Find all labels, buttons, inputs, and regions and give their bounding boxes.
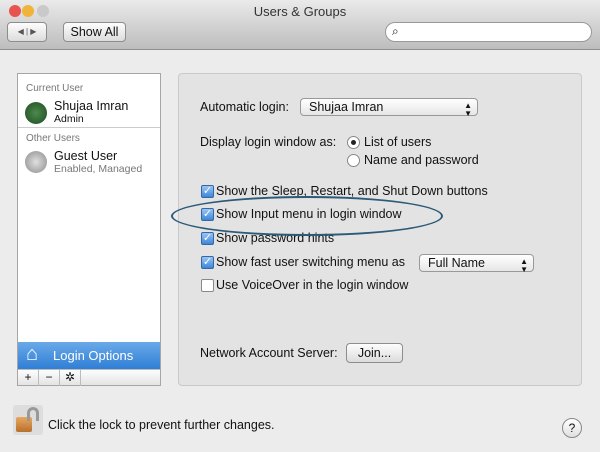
user-role: Admin <box>54 113 84 125</box>
user-avatar <box>25 102 47 124</box>
guest-avatar-icon <box>25 151 47 173</box>
checkbox-label: Use VoiceOver in the login window <box>216 278 409 292</box>
checkbox-label: Show fast user switching menu as <box>216 255 405 269</box>
checkbox-voiceover[interactable] <box>201 279 214 292</box>
login-options-label: Login Options <box>53 348 134 363</box>
forward-icon[interactable]: ▶ <box>30 27 36 36</box>
lock-icon[interactable] <box>13 405 43 435</box>
highlight-annotation <box>171 196 443 236</box>
user-list: Current User Shujaa Imran Admin Other Us… <box>17 73 161 386</box>
user-name: Shujaa Imran <box>54 99 129 113</box>
user-status: Enabled, Managed <box>54 163 143 175</box>
radio-list-of-users[interactable] <box>347 136 360 149</box>
select-value: Full Name <box>428 256 485 270</box>
network-server-label: Network Account Server: <box>200 346 338 360</box>
gear-icon[interactable]: ✲ <box>60 370 81 386</box>
radio-label: Name and password <box>364 153 479 167</box>
automatic-login-label: Automatic login: <box>200 100 289 114</box>
checkbox-fast-user-switching[interactable]: ✓ <box>201 256 214 269</box>
display-login-label: Display login window as: <box>200 135 337 149</box>
current-user-header: Current User <box>26 83 84 94</box>
title-bar: Users & Groups ◀ | ▶ Show All ⌕ <box>0 0 600 50</box>
divider <box>18 127 160 128</box>
add-user-button[interactable]: + <box>18 370 39 386</box>
radio-label: List of users <box>364 135 432 149</box>
checkbox-password-hints[interactable]: ✓ <box>201 232 214 245</box>
automatic-login-select[interactable]: Shujaa Imran ▲ ▼ <box>300 98 478 118</box>
back-icon[interactable]: ◀ <box>18 27 24 36</box>
help-button[interactable]: ? <box>562 418 582 438</box>
join-button[interactable]: Join... <box>346 343 403 363</box>
checkbox-sleep-restart[interactable]: ✓ <box>201 185 214 198</box>
user-name: Guest User <box>54 149 118 163</box>
list-button-bar: + − ✲ <box>18 369 160 386</box>
checkbox-label: Show the Sleep, Restart, and Shut Down b… <box>216 184 488 198</box>
fast-switch-select[interactable]: Full Name ▲ ▼ <box>419 254 534 274</box>
search-input[interactable]: ⌕ <box>385 22 592 42</box>
chevron-updown-icon: ▲ ▼ <box>520 257 528 274</box>
lock-text: Click the lock to prevent further change… <box>48 418 275 432</box>
house-icon: ⌂ <box>26 343 39 365</box>
radio-name-and-password[interactable] <box>347 154 360 167</box>
search-icon: ⌕ <box>392 24 399 38</box>
window-title: Users & Groups <box>253 4 347 19</box>
other-users-header: Other Users <box>26 133 80 144</box>
login-options-item[interactable]: ⌂ Login Options <box>18 342 160 369</box>
show-all-button[interactable]: Show All <box>63 22 126 42</box>
select-value: Shujaa Imran <box>309 100 384 114</box>
back-forward-buttons[interactable]: ◀ | ▶ <box>7 22 47 42</box>
remove-user-button[interactable]: − <box>39 370 60 386</box>
chevron-updown-icon: ▲ ▼ <box>464 101 472 118</box>
